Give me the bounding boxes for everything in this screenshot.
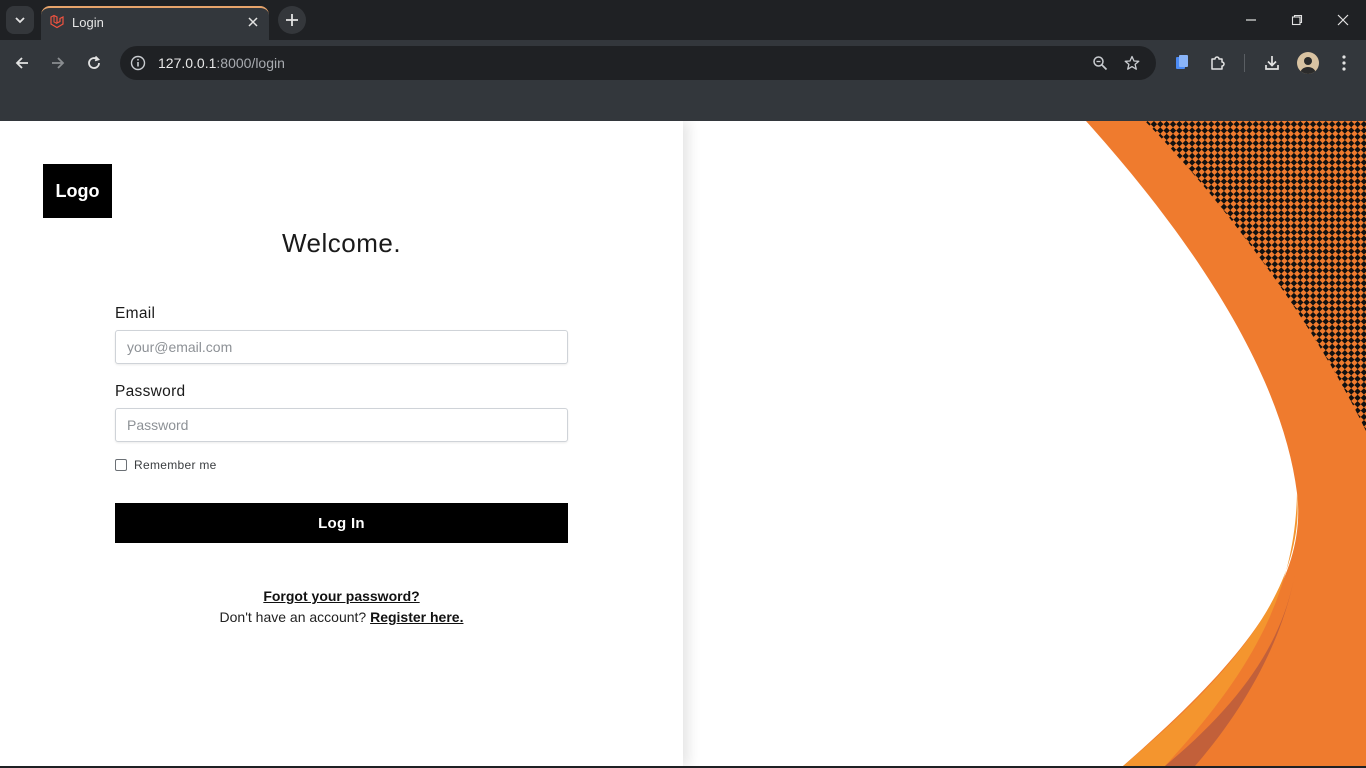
login-button[interactable]: Log In: [115, 503, 568, 543]
google-docs-extension-icon[interactable]: [1170, 51, 1194, 75]
remember-me-row: Remember me: [115, 458, 217, 472]
login-page: Logo Welcome. Email Password Remember me…: [0, 121, 1366, 766]
zoom-icon[interactable]: [1090, 53, 1110, 73]
register-prompt: Don't have an account?: [219, 609, 367, 625]
remember-me-checkbox[interactable]: [115, 459, 127, 471]
reload-icon: [88, 55, 101, 69]
logo[interactable]: Logo: [43, 164, 112, 218]
bookmark-star-icon[interactable]: [1122, 53, 1142, 73]
tab-close-button[interactable]: [243, 12, 263, 32]
restore-icon: [1291, 14, 1303, 26]
user-avatar-icon: [1300, 57, 1316, 74]
profile-avatar[interactable]: [1297, 52, 1319, 74]
decorative-panel: [683, 121, 1366, 766]
url-text: 127.0.0.1:8000/login: [158, 55, 285, 71]
email-field[interactable]: [115, 330, 568, 364]
page-title: Welcome.: [281, 228, 402, 258]
window-minimize-button[interactable]: [1228, 0, 1274, 40]
browser-tabbar: Login: [0, 0, 1366, 40]
arrow-right-icon: [52, 57, 65, 69]
decorative-orange-wave: [1086, 121, 1366, 766]
bookmarks-bar: [0, 86, 1366, 121]
window-close-button[interactable]: [1320, 0, 1366, 40]
plus-icon: [286, 14, 298, 26]
password-field[interactable]: [115, 408, 568, 442]
url-host: 127.0.0.1: [158, 55, 217, 71]
close-icon: [248, 17, 258, 27]
close-icon: [1337, 14, 1349, 26]
tab-search-button[interactable]: [6, 6, 34, 34]
site-info-icon[interactable]: [128, 53, 148, 73]
register-link[interactable]: Register here.: [370, 609, 463, 625]
extensions-puzzle-icon[interactable]: [1206, 51, 1230, 75]
reload-button[interactable]: [80, 49, 108, 77]
browser-toolbar: 127.0.0.1:8000/login: [0, 40, 1366, 86]
login-form-panel: Logo Welcome. Email Password Remember me…: [0, 121, 683, 766]
downloads-icon[interactable]: [1260, 51, 1284, 75]
register-line: Don't have an account? Register here.: [0, 609, 683, 625]
forward-button[interactable]: [44, 49, 72, 77]
browser-menu-button[interactable]: [1332, 51, 1356, 75]
chevron-down-icon: [15, 17, 25, 24]
browser-tab-login[interactable]: Login: [41, 6, 269, 40]
forgot-password-link[interactable]: Forgot your password?: [0, 588, 683, 604]
address-bar[interactable]: 127.0.0.1:8000/login: [120, 46, 1156, 80]
remember-me-label[interactable]: Remember me: [134, 458, 217, 472]
back-button[interactable]: [8, 49, 36, 77]
arrow-left-icon: [15, 57, 28, 69]
password-label: Password: [115, 383, 186, 400]
laravel-favicon-icon: [50, 14, 64, 29]
email-label: Email: [115, 305, 156, 322]
kebab-menu-icon: [1342, 55, 1346, 71]
tab-title: Login: [72, 15, 104, 30]
minimize-icon: [1246, 19, 1256, 21]
url-path: :8000/login: [216, 55, 285, 71]
toolbar-separator: [1244, 54, 1245, 72]
new-tab-button[interactable]: [278, 6, 306, 34]
window-restore-button[interactable]: [1274, 0, 1320, 40]
